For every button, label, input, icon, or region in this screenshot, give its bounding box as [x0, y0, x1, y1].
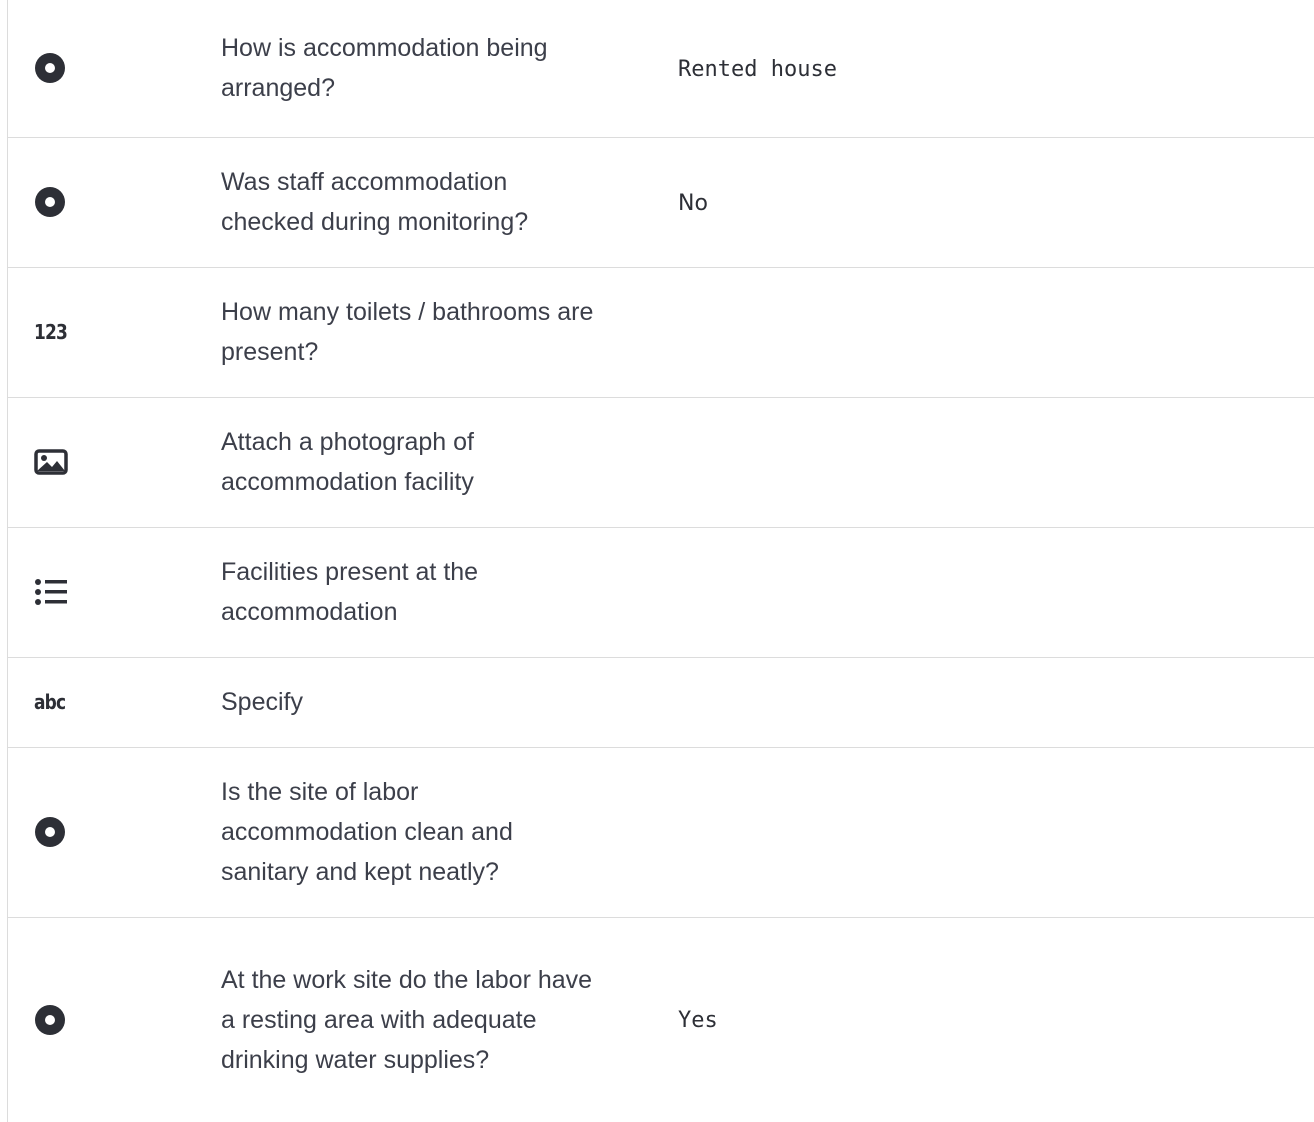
question-label: Attach a photograph of accommodation fac… [221, 428, 474, 496]
question-label: Specify [221, 688, 303, 716]
table-row: At the work site do the labor have a res… [8, 917, 1314, 1122]
row-icon-cell: abc [8, 657, 221, 747]
table-row: How is accommodation being arranged? Ren… [8, 0, 1314, 137]
radio-select-icon [35, 53, 65, 84]
radio-select-icon [35, 187, 65, 217]
question-label: At the work site do the labor have a res… [221, 965, 593, 1074]
text-icon: abc [34, 690, 66, 714]
table-row: 123 How many toilets / bathrooms are pre… [8, 267, 1314, 397]
integer-icon: 123 [34, 320, 68, 344]
question-label: Was staff accommodation checked during m… [221, 168, 529, 236]
table-row: Attach a photograph of accommodation fac… [8, 397, 1314, 527]
row-icon-cell [8, 917, 221, 1122]
multiple-select-icon [35, 579, 67, 605]
row-icon-cell [8, 527, 221, 657]
row-icon-cell: 123 [8, 267, 221, 397]
row-icon-cell [8, 397, 221, 527]
submission-table: How is accommodation being arranged? Ren… [8, 0, 1314, 1122]
row-icon-cell [8, 137, 221, 267]
table-row: Facilities present at the accommodation [8, 527, 1314, 657]
image-icon [34, 449, 68, 475]
radio-select-icon [35, 1004, 65, 1035]
radio-select-icon [35, 817, 65, 847]
table-row: abc Specify [8, 657, 1314, 747]
answer-value: No [678, 190, 708, 216]
row-icon-cell [8, 747, 221, 917]
question-label: Facilities present at the accommodation [221, 558, 479, 626]
submission-table-container: How is accommodation being arranged? Ren… [7, 0, 1314, 1122]
question-label: How is accommodation being arranged? [221, 34, 548, 103]
table-row: Is the site of labor accommodation clean… [8, 747, 1314, 917]
row-icon-cell [8, 0, 221, 137]
answer-value: Rented house [678, 56, 837, 82]
question-label: How many toilets / bathrooms are present… [221, 298, 594, 366]
table-row: Was staff accommodation checked during m… [8, 137, 1314, 267]
answer-value: Yes [678, 1008, 718, 1034]
question-label: Is the site of labor accommodation clean… [221, 778, 513, 886]
